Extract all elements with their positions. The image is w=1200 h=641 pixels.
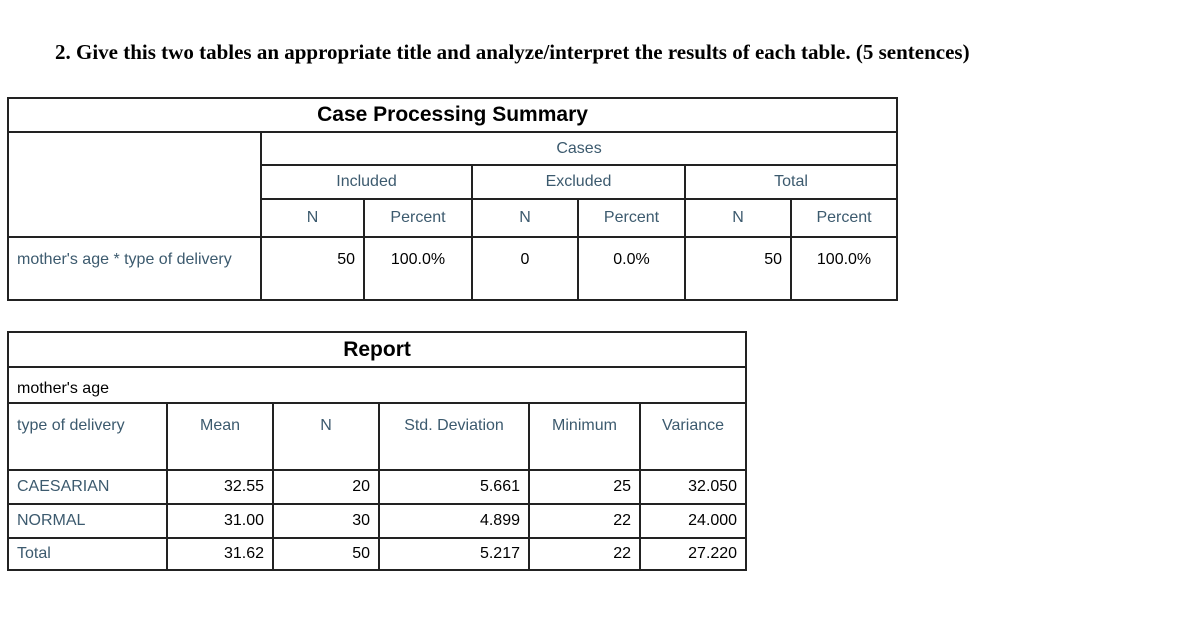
case-processing-summary-table: Case Processing Summary Cases Included E… <box>6 97 899 301</box>
included-header: Included <box>260 164 473 200</box>
n-value: 30 <box>272 503 380 539</box>
mean-header: Mean <box>166 402 274 471</box>
total-percent: 100.0% <box>789 236 899 301</box>
n-header: N <box>272 402 380 471</box>
excluded-header: Excluded <box>471 164 686 200</box>
n-header: N <box>684 198 792 238</box>
min-value: 22 <box>528 537 641 571</box>
table-row: NORMAL 31.00 30 4.899 22 24.000 <box>7 503 748 539</box>
n-header: N <box>260 198 365 238</box>
included-percent: 100.0% <box>363 236 473 301</box>
table-title: Report <box>6 331 748 368</box>
std-deviation-header: Std. Deviation <box>378 402 530 471</box>
type-of-delivery-header: type of delivery <box>7 402 168 471</box>
table-title: Case Processing Summary <box>6 97 899 133</box>
cases-header: Cases <box>259 131 899 166</box>
excluded-percent: 0.0% <box>577 236 686 301</box>
variance-value: 32.050 <box>638 469 748 505</box>
mean-value: 31.62 <box>166 537 274 571</box>
sd-value: 5.217 <box>378 537 530 571</box>
n-value: 20 <box>272 469 380 505</box>
report-table: Report mother's age type of delivery Mea… <box>6 331 748 571</box>
sd-value: 4.899 <box>378 503 530 539</box>
n-value: 50 <box>272 537 380 571</box>
percent-header: Percent <box>789 198 899 238</box>
percent-header: Percent <box>363 198 473 238</box>
min-value: 25 <box>528 469 641 505</box>
row-label: mother's age * type of delivery <box>7 236 262 301</box>
variance-value: 24.000 <box>638 503 748 539</box>
corner-cell <box>7 131 262 238</box>
mean-value: 31.00 <box>166 503 274 539</box>
table-row: Total 31.62 50 5.217 22 27.220 <box>7 537 748 571</box>
excluded-n: 0 <box>471 236 579 301</box>
total-header: Total <box>683 164 899 200</box>
row-label: CAESARIAN <box>7 469 168 505</box>
variance-value: 27.220 <box>638 537 748 571</box>
table-row: mother's age * type of delivery 50 100.0… <box>7 236 899 301</box>
variance-header: Variance <box>638 402 748 471</box>
percent-header: Percent <box>577 198 686 238</box>
sd-value: 5.661 <box>378 469 530 505</box>
n-header: N <box>471 198 579 238</box>
mean-value: 32.55 <box>166 469 274 505</box>
question-text: 2. Give this two tables an appropriate t… <box>55 40 970 64</box>
variable-label: mother's age <box>6 366 748 404</box>
row-label: NORMAL <box>7 503 168 539</box>
included-n: 50 <box>260 236 365 301</box>
row-label: Total <box>7 537 168 571</box>
minimum-header: Minimum <box>528 402 641 471</box>
min-value: 22 <box>528 503 641 539</box>
total-n: 50 <box>684 236 792 301</box>
table-row: CAESARIAN 32.55 20 5.661 25 32.050 <box>7 469 748 505</box>
